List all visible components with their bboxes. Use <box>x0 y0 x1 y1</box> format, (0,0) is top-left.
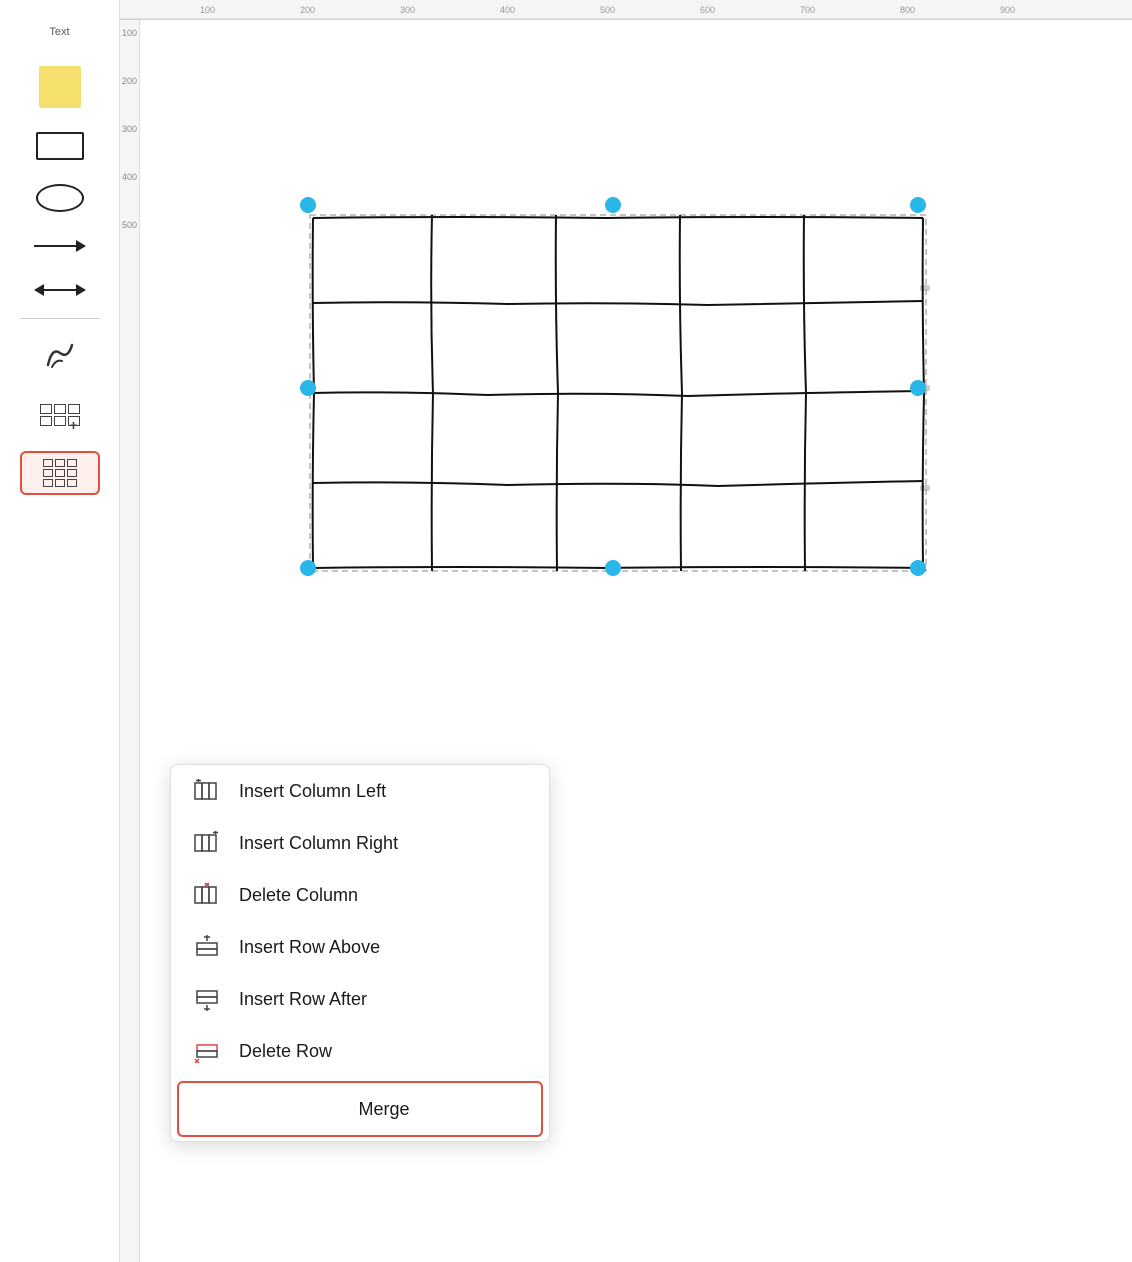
insert-col-left-label: Insert Column Left <box>239 781 386 802</box>
svg-text:100: 100 <box>200 5 215 15</box>
merge-label: Merge <box>243 1099 525 1120</box>
table-icon <box>43 459 77 487</box>
text-label: Text <box>49 26 69 38</box>
merge-icon <box>195 1093 227 1125</box>
ruler-label-300: 300 <box>122 124 137 134</box>
svg-text:200: 200 <box>300 5 315 15</box>
menu-item-delete-row[interactable]: Delete Row <box>171 1025 549 1077</box>
sidebar-item-sticky[interactable] <box>20 60 100 114</box>
insert-col-left-icon <box>191 775 223 807</box>
menu-item-insert-col-left[interactable]: Insert Column Left <box>171 765 549 817</box>
ruler-label-400: 400 <box>122 172 137 182</box>
sidebar-item-arrow1[interactable] <box>20 230 100 262</box>
menu-item-insert-col-right[interactable]: Insert Column Right <box>171 817 549 869</box>
rect-icon <box>36 132 84 160</box>
insert-row-above-icon <box>191 931 223 963</box>
delete-col-label: Delete Column <box>239 885 358 906</box>
sketch-table[interactable] <box>308 213 928 573</box>
sidebar-item-ellipse[interactable] <box>20 178 100 218</box>
sidebar-item-table[interactable] <box>20 451 100 495</box>
ruler-top: 100 200 300 400 500 600 700 800 900 <box>120 0 1132 20</box>
sidebar-item-rect[interactable] <box>20 126 100 166</box>
freehand-icon <box>42 337 78 373</box>
insert-row-after-icon <box>191 983 223 1015</box>
menu-item-merge[interactable]: Merge <box>177 1081 543 1137</box>
insert-row-after-label: Insert Row After <box>239 989 367 1010</box>
context-menu: Insert Column Left Insert Column Right <box>170 764 550 1142</box>
svg-text:400: 400 <box>500 5 515 15</box>
delete-row-icon <box>191 1035 223 1067</box>
ruler-left: 100 200 300 400 500 <box>120 20 140 1262</box>
svg-text:800: 800 <box>900 5 915 15</box>
svg-text:600: 600 <box>700 5 715 15</box>
svg-text:300: 300 <box>400 5 415 15</box>
insert-row-above-label: Insert Row Above <box>239 937 380 958</box>
double-arrow-icon <box>34 280 86 300</box>
menu-item-delete-col[interactable]: Delete Column <box>171 869 549 921</box>
handle-mid-left[interactable] <box>300 380 316 396</box>
ruler-label-100: 100 <box>122 28 137 38</box>
sidebar-item-freehand[interactable] <box>20 331 100 379</box>
app-container: Text <box>0 0 1132 1262</box>
sidebar-divider <box>20 318 100 319</box>
svg-text:700: 700 <box>800 5 815 15</box>
grid-plus-icon: + <box>42 397 78 433</box>
handle-bottom-left[interactable] <box>300 560 316 576</box>
ellipse-icon <box>36 184 84 212</box>
handle-top-right[interactable] <box>910 197 926 213</box>
canvas-content: Insert Column Left Insert Column Right <box>140 20 1132 1262</box>
handle-top-center[interactable] <box>605 197 621 213</box>
ruler-label-500: 500 <box>122 220 137 230</box>
ruler-label-200: 200 <box>122 76 137 86</box>
sidebar-item-grid-plus[interactable]: + <box>20 391 100 439</box>
menu-item-insert-row-above[interactable]: Insert Row Above <box>171 921 549 973</box>
sidebar-item-text[interactable]: Text <box>20 20 100 48</box>
handle-top-left[interactable] <box>300 197 316 213</box>
arrow-icon <box>34 236 86 256</box>
sticky-note-icon <box>39 66 81 108</box>
insert-col-right-icon <box>191 827 223 859</box>
handle-bottom-center[interactable] <box>605 560 621 576</box>
handle-mid-right[interactable] <box>910 380 926 396</box>
main-canvas[interactable]: 100 200 300 400 500 600 700 800 900 100 … <box>120 0 1132 1262</box>
insert-col-right-label: Insert Column Right <box>239 833 398 854</box>
sidebar-item-arrow2[interactable] <box>20 274 100 306</box>
menu-item-insert-row-after[interactable]: Insert Row After <box>171 973 549 1025</box>
svg-text:500: 500 <box>600 5 615 15</box>
sidebar: Text <box>0 0 120 1262</box>
delete-col-icon <box>191 879 223 911</box>
svg-text:900: 900 <box>1000 5 1015 15</box>
delete-row-label: Delete Row <box>239 1041 332 1062</box>
handle-bottom-right[interactable] <box>910 560 926 576</box>
